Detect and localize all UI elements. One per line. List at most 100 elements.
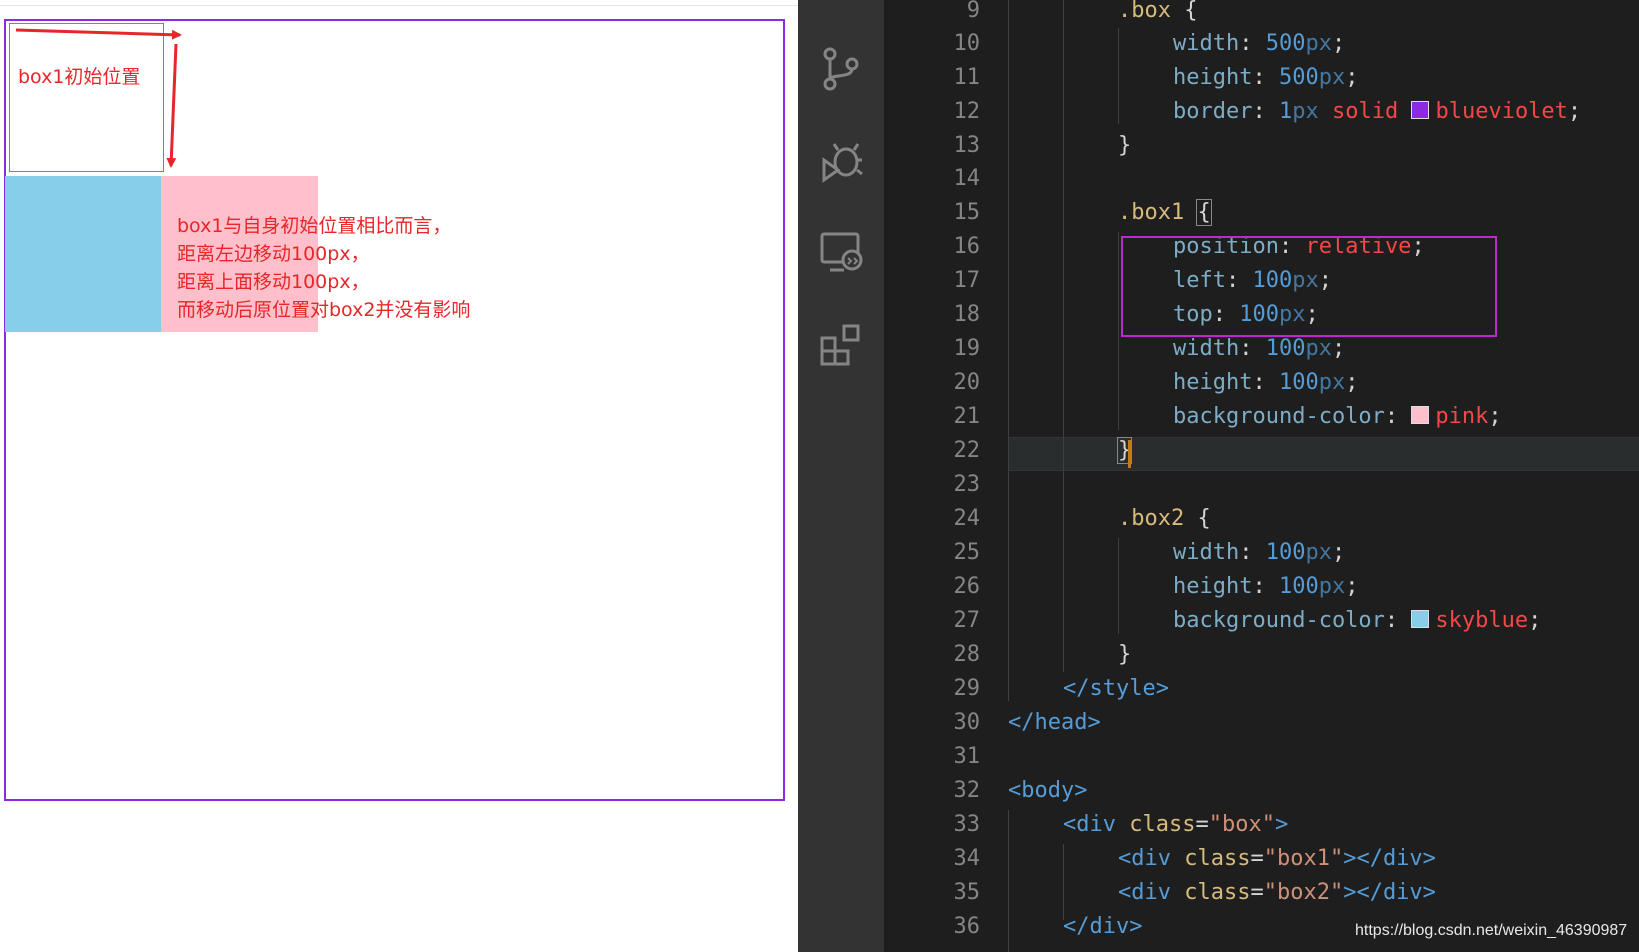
tag: <body> [1008,778,1088,803]
code-line: background-color: pink; [1173,400,1502,434]
indent-guide [1118,28,1119,124]
color-swatch[interactable] [1411,406,1430,424]
keyword: skyblue [1435,608,1529,633]
code-line: <body> [1008,774,1087,808]
move-right-arrow [15,28,182,40]
selector: .box1 [1118,200,1185,225]
indent-guide [1118,232,1119,430]
remote-explorer-icon[interactable] [818,230,864,276]
property: width [1173,540,1240,565]
line-number: 33 [953,812,981,837]
unit: px [1305,336,1332,361]
string: "box1" [1263,846,1344,871]
selector: .box [1118,0,1171,23]
code-line: <div class="box2"></div> [1118,876,1436,910]
unit: px [1292,99,1319,124]
line-number: 9 [966,0,980,23]
line-number: 16 [953,234,981,259]
property: height [1173,370,1253,395]
semicolon: ; [1331,31,1346,56]
line-number: 19 [953,336,981,361]
watermark: https://blog.csdn.net/weixin_46390987 [1355,922,1628,939]
unit: px [1305,31,1332,56]
brace: { [1197,506,1211,531]
semicolon: ; [1331,540,1346,565]
color-swatch[interactable] [1411,101,1430,119]
line-number: 18 [953,302,981,327]
code-line: background-color: skyblue; [1173,604,1541,638]
unit: px [1305,540,1332,565]
unit: px [1318,65,1346,90]
keyword: solid [1331,99,1399,124]
code-line: width: 100px; [1173,332,1345,366]
code-editor[interactable]: .box { width: 500px; height: 500px; bord… [1008,0,1639,952]
semicolon: ; [1345,65,1359,90]
code-line: .box2 { [1118,502,1211,536]
extensions-icon[interactable] [818,322,864,368]
line-number: 28 [953,642,981,667]
number: 500 [1278,65,1319,90]
unit: px [1318,370,1346,395]
property: background-color [1173,404,1385,429]
equals: = [1250,846,1264,871]
colon: : [1252,99,1266,124]
indent-guide [1063,844,1064,920]
code-line: height: 100px; [1173,366,1358,400]
number: 1 [1278,99,1293,124]
line-number: 29 [953,676,981,701]
tag: </head> [1008,710,1101,735]
tag: <div [1118,880,1171,905]
tag: <div [1118,846,1171,871]
line-number: 27 [953,608,981,633]
tag: <div [1063,812,1116,837]
keyword: pink [1435,404,1489,429]
colon: : [1252,65,1266,90]
property: background-color [1173,608,1385,633]
line-number: 25 [953,540,981,565]
line-number: 23 [953,472,981,497]
brace: { [1184,0,1198,23]
color-swatch[interactable] [1411,610,1430,628]
code-line: } [1118,638,1131,672]
colon: : [1239,336,1253,361]
code-line: </div> [1063,910,1142,944]
number: 500 [1265,31,1306,56]
attribute: class [1129,812,1196,837]
brace: } [1118,642,1132,667]
colon: : [1239,31,1253,56]
equals: = [1250,880,1264,905]
line-number: 20 [953,370,981,395]
line-number: 10 [953,31,981,56]
colon: : [1384,404,1399,429]
line-number: 31 [953,744,981,769]
tag: </div> [1063,914,1143,939]
line-number: 22 [953,438,981,463]
line-number: 13 [953,133,981,158]
property: height [1173,574,1253,599]
line-number: 11 [953,65,981,90]
code-line: </head> [1008,706,1101,740]
line-number: 34 [953,846,981,871]
movement-arrows [15,28,182,168]
property: height [1173,65,1253,90]
colon: : [1252,574,1266,599]
property: border [1173,99,1253,124]
source-control-icon[interactable] [818,46,864,92]
property: width [1173,31,1240,56]
code-line: </style> [1063,672,1169,706]
unit: px [1318,574,1346,599]
code-line: <div class="box"> [1063,808,1288,842]
annotation-highlight-box [1121,236,1497,337]
semicolon: ; [1488,404,1502,429]
indent-guide [1008,0,1009,701]
line-number: 15 [953,200,981,225]
line-number: 32 [953,778,981,803]
tag: ></div> [1343,880,1436,905]
debug-icon[interactable] [818,138,864,184]
line-number: 26 [953,574,981,599]
move-down-arrow [166,43,178,168]
number: 100 [1278,370,1319,395]
line-number: 17 [953,268,981,293]
code-line: } [1118,129,1131,163]
line-number-gutter: 9 10 11 12 13 14 15 16 17 18 19 20 21 22… [884,0,1008,952]
